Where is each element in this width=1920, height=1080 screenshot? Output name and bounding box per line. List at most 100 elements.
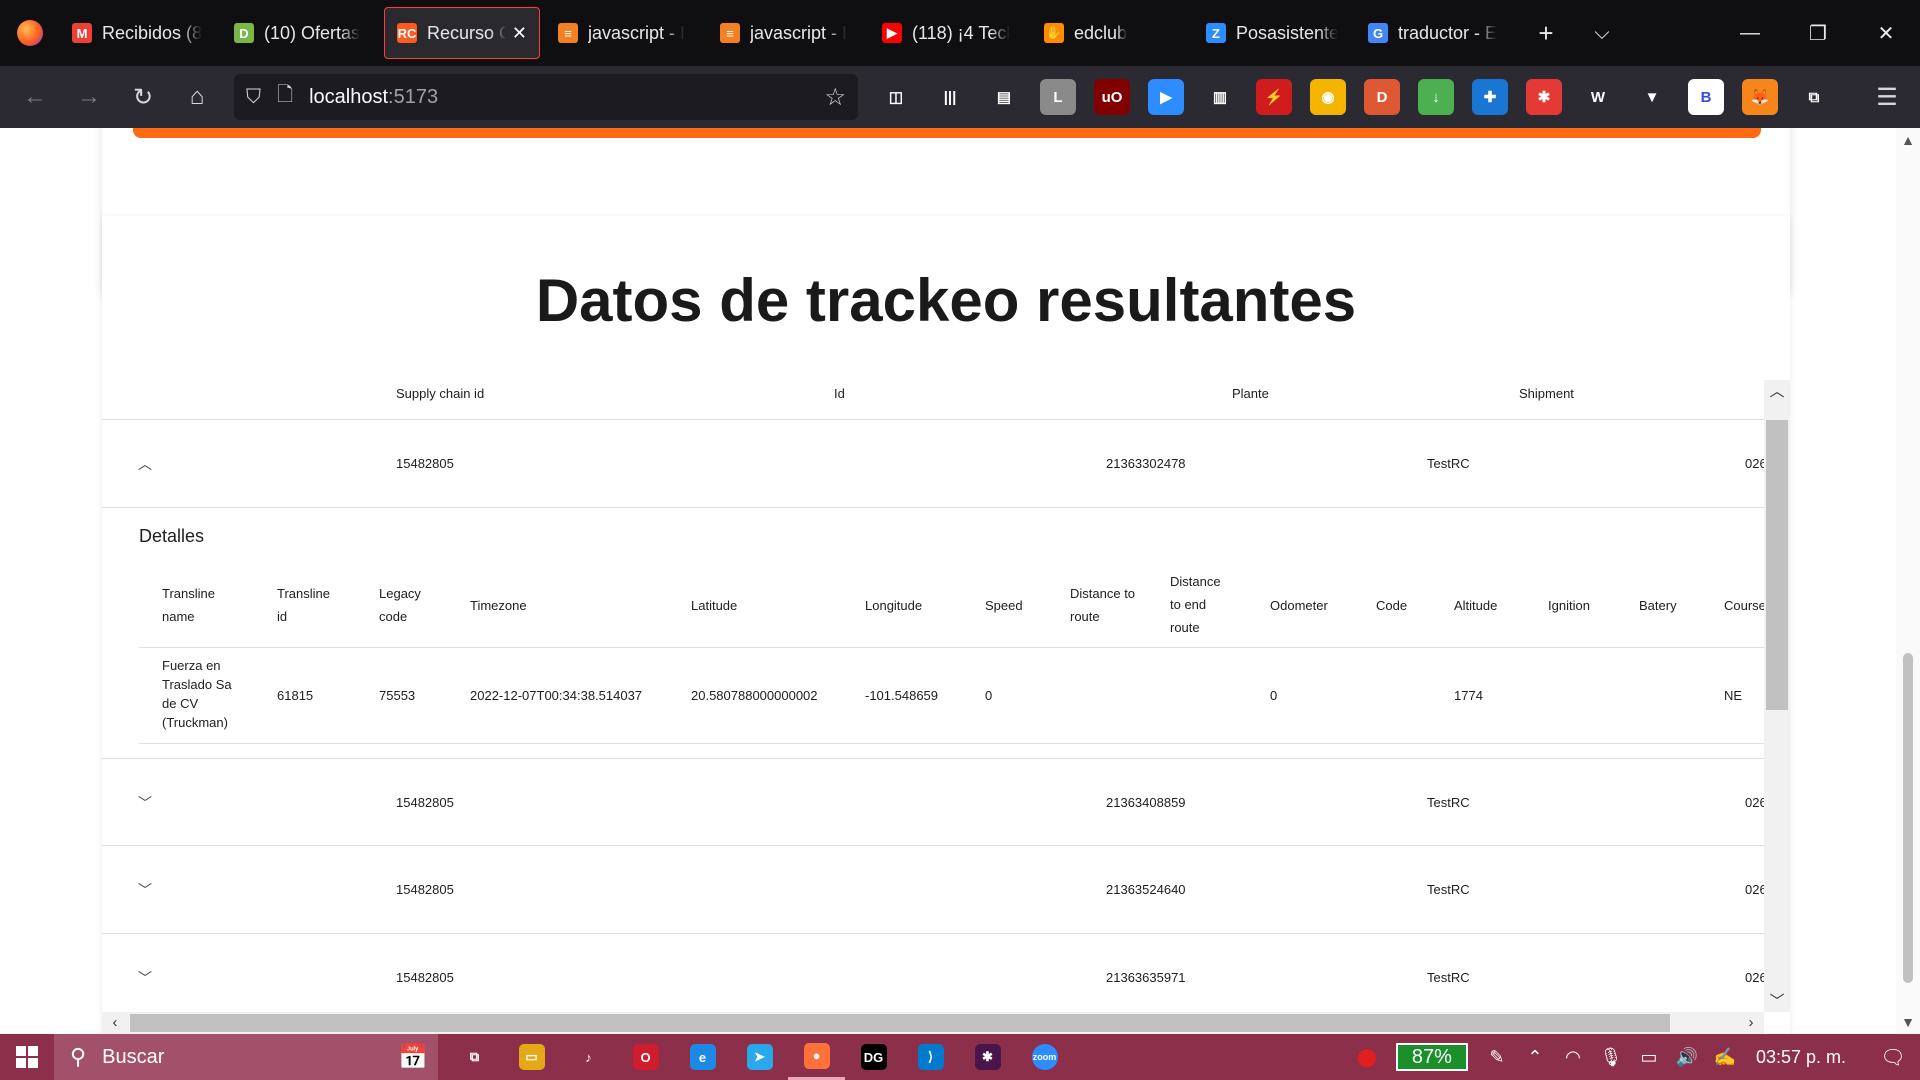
details-header-ignition[interactable]: Ignition bbox=[1548, 594, 1590, 617]
table-horizontal-thumb[interactable] bbox=[130, 1014, 1670, 1032]
page-scroll-down-icon[interactable]: ▼ bbox=[1896, 1014, 1920, 1030]
browser-tab[interactable]: ≡ javascript - I bbox=[546, 7, 702, 59]
pocket-icon[interactable]: ◫ bbox=[878, 79, 914, 115]
battery-icon[interactable]: ▭ bbox=[1630, 1047, 1668, 1068]
details-header-course[interactable]: Course bbox=[1724, 594, 1764, 617]
chevron-down-icon[interactable]: ﹀ bbox=[138, 968, 152, 988]
back-arrow-icon[interactable]: ← bbox=[8, 70, 62, 124]
details-header-timezone[interactable]: Timezone bbox=[470, 594, 527, 617]
forward-arrow-icon[interactable]: → bbox=[62, 70, 116, 124]
browser-tab[interactable]: RC Recurso C ✕ bbox=[384, 7, 540, 59]
browser-tab[interactable]: ✋ edclub bbox=[1032, 7, 1188, 59]
details-header-latitude[interactable]: Latitude bbox=[691, 594, 737, 617]
wifi-icon[interactable]: ◠ bbox=[1554, 1047, 1592, 1068]
close-window-icon[interactable]: ✕ bbox=[1852, 0, 1920, 66]
tab-close-icon[interactable]: ✕ bbox=[506, 23, 527, 44]
firefox-menu-icon[interactable] bbox=[0, 0, 60, 66]
taskbar-app-button[interactable]: e bbox=[674, 1034, 731, 1080]
blue-extension-icon[interactable]: ✚ bbox=[1472, 79, 1508, 115]
chevron-up-icon[interactable]: ︿ bbox=[138, 454, 152, 474]
table-row[interactable]: ﹀ 15482805 21363635971 TestRC 026 bbox=[102, 934, 1764, 1006]
duckduckgo-icon[interactable]: D bbox=[1364, 79, 1400, 115]
tab-list-chevron-down-icon[interactable]: ⌵ bbox=[1574, 0, 1630, 66]
b-extension-icon[interactable]: B bbox=[1688, 79, 1724, 115]
table-scroll-down-icon[interactable]: ﹀ bbox=[1764, 990, 1790, 1011]
minimize-icon[interactable]: — bbox=[1716, 0, 1784, 66]
details-header-transline-id[interactable]: Transline id bbox=[277, 582, 341, 628]
details-header-longitude[interactable]: Longitude bbox=[865, 594, 922, 617]
details-header-speed[interactable]: Speed bbox=[985, 594, 1023, 617]
taskbar-search[interactable]: ⚲ Buscar 📅 bbox=[54, 1034, 438, 1080]
table-row[interactable]: ︿ 15482805 21363302478 TestRC 026 bbox=[102, 420, 1764, 508]
browser-tab[interactable]: ▶ (118) ¡4 Tecl bbox=[870, 7, 1026, 59]
taskbar-app-button[interactable]: ⟩ bbox=[902, 1034, 959, 1080]
address-bar[interactable]: ⛉ 🗋 localhost:5173 ☆ bbox=[234, 74, 858, 120]
details-header-transline-name[interactable]: Transline name bbox=[162, 582, 232, 628]
volume-icon[interactable]: 🔊 bbox=[1668, 1047, 1706, 1068]
details-header-batery[interactable]: Batery bbox=[1639, 594, 1677, 617]
chevron-down-icon[interactable]: ﹀ bbox=[138, 793, 152, 813]
medal-extension-icon[interactable]: ◉ bbox=[1310, 79, 1346, 115]
table-row[interactable]: ﹀ 15482805 21363524640 TestRC 026 bbox=[102, 846, 1764, 934]
library-icon[interactable]: ||| bbox=[932, 79, 968, 115]
reader-view-icon[interactable]: ▤ bbox=[986, 79, 1022, 115]
taskbar-app-button[interactable]: ● bbox=[788, 1034, 845, 1080]
table-row[interactable]: ﹀ 15482805 21363408859 TestRC 026 bbox=[102, 758, 1764, 846]
chevron-up-icon[interactable]: ⌃ bbox=[1516, 1047, 1554, 1068]
pen-icon[interactable]: ✎ bbox=[1478, 1047, 1516, 1068]
microphone-icon[interactable]: 🎙 bbox=[1592, 1047, 1630, 1068]
cast-icon[interactable]: ⧉ bbox=[1796, 79, 1832, 115]
details-header-code[interactable]: Code bbox=[1376, 594, 1407, 617]
page-scrollbar[interactable]: ▲ ▼ bbox=[1896, 128, 1920, 1034]
browser-tab[interactable]: ≡ javascript - I bbox=[708, 7, 864, 59]
column-header-id[interactable]: Id bbox=[834, 386, 845, 401]
v-extension-icon[interactable]: ▼ bbox=[1634, 79, 1670, 115]
new-tab-plus-icon[interactable]: + bbox=[1518, 0, 1574, 66]
details-header-distance-to-end-route[interactable]: Distance to end route bbox=[1170, 570, 1232, 639]
browser-tab[interactable]: Gtraductor - E bbox=[1356, 7, 1512, 59]
start-button[interactable] bbox=[0, 1034, 54, 1080]
page-scroll-up-icon[interactable]: ▲ bbox=[1896, 132, 1920, 148]
table-horizontal-scrollbar[interactable]: ‹ › bbox=[102, 1012, 1764, 1034]
taskbar-app-button[interactable]: O bbox=[617, 1034, 674, 1080]
restore-icon[interactable]: ❐ bbox=[1784, 0, 1852, 66]
zoom-extension-icon[interactable]: ▶ bbox=[1148, 79, 1184, 115]
browser-tab[interactable]: D (10) Ofertas bbox=[222, 7, 378, 59]
hamburger-menu-icon[interactable]: ☰ bbox=[1860, 70, 1914, 124]
taskbar-app-button[interactable]: DG bbox=[845, 1034, 902, 1080]
table-scroll-up-icon[interactable]: ︿ bbox=[1764, 380, 1790, 401]
ruler-extension-icon[interactable]: ▥ bbox=[1202, 79, 1238, 115]
browser-tab[interactable]: M Recibidos (8 bbox=[60, 7, 216, 59]
notification-icon[interactable]: 🗨 bbox=[1866, 1045, 1920, 1070]
taskbar-app-button[interactable]: zoom bbox=[1016, 1034, 1073, 1080]
antivirus-icon[interactable]: ⬤ bbox=[1348, 1047, 1386, 1068]
metamask-icon[interactable]: 🦊 bbox=[1742, 79, 1778, 115]
taskbar-app-button[interactable]: ➤ bbox=[731, 1034, 788, 1080]
details-header-altitude[interactable]: Altitude bbox=[1454, 594, 1497, 617]
download-extension-icon[interactable]: ↓ bbox=[1418, 79, 1454, 115]
red-cross-extension-icon[interactable]: ✱ bbox=[1526, 79, 1562, 115]
browser-tab[interactable]: Z Posasistente bbox=[1194, 7, 1350, 59]
page-scroll-thumb[interactable] bbox=[1903, 653, 1913, 983]
details-header-distance-to-route[interactable]: Distance to route bbox=[1070, 582, 1140, 628]
table-vertical-thumb[interactable] bbox=[1766, 420, 1788, 710]
details-header-legacy-code[interactable]: Legacy code bbox=[379, 582, 439, 628]
column-header-shipment[interactable]: Shipment bbox=[1519, 386, 1574, 401]
bookmark-star-icon[interactable]: ☆ bbox=[824, 83, 846, 112]
handwriting-icon[interactable]: ✍ bbox=[1706, 1047, 1744, 1068]
taskbar-app-button[interactable]: ⧉ bbox=[446, 1034, 503, 1080]
red-extension-icon[interactable]: ⚡ bbox=[1256, 79, 1292, 115]
taskbar-app-button[interactable]: ▭ bbox=[503, 1034, 560, 1080]
table-vertical-scrollbar[interactable]: ︿ ﹀ bbox=[1764, 380, 1790, 1012]
column-header-plante[interactable]: Plante bbox=[1232, 386, 1269, 401]
home-icon[interactable]: ⌂ bbox=[170, 70, 224, 124]
clock[interactable]: 03:57 p. m. bbox=[1756, 1047, 1846, 1068]
taskbar-app-button[interactable]: ♪ bbox=[560, 1034, 617, 1080]
taskbar-app-button[interactable]: ✱ bbox=[959, 1034, 1016, 1080]
table-scroll-left-icon[interactable]: ‹ bbox=[102, 1012, 128, 1034]
details-header-odometer[interactable]: Odometer bbox=[1270, 594, 1328, 617]
chevron-down-icon[interactable]: ﹀ bbox=[138, 880, 152, 900]
w-extension-icon[interactable]: W bbox=[1580, 79, 1616, 115]
ublock-icon[interactable]: uO bbox=[1094, 79, 1130, 115]
battery-indicator[interactable]: 87% bbox=[1395, 1043, 1468, 1071]
